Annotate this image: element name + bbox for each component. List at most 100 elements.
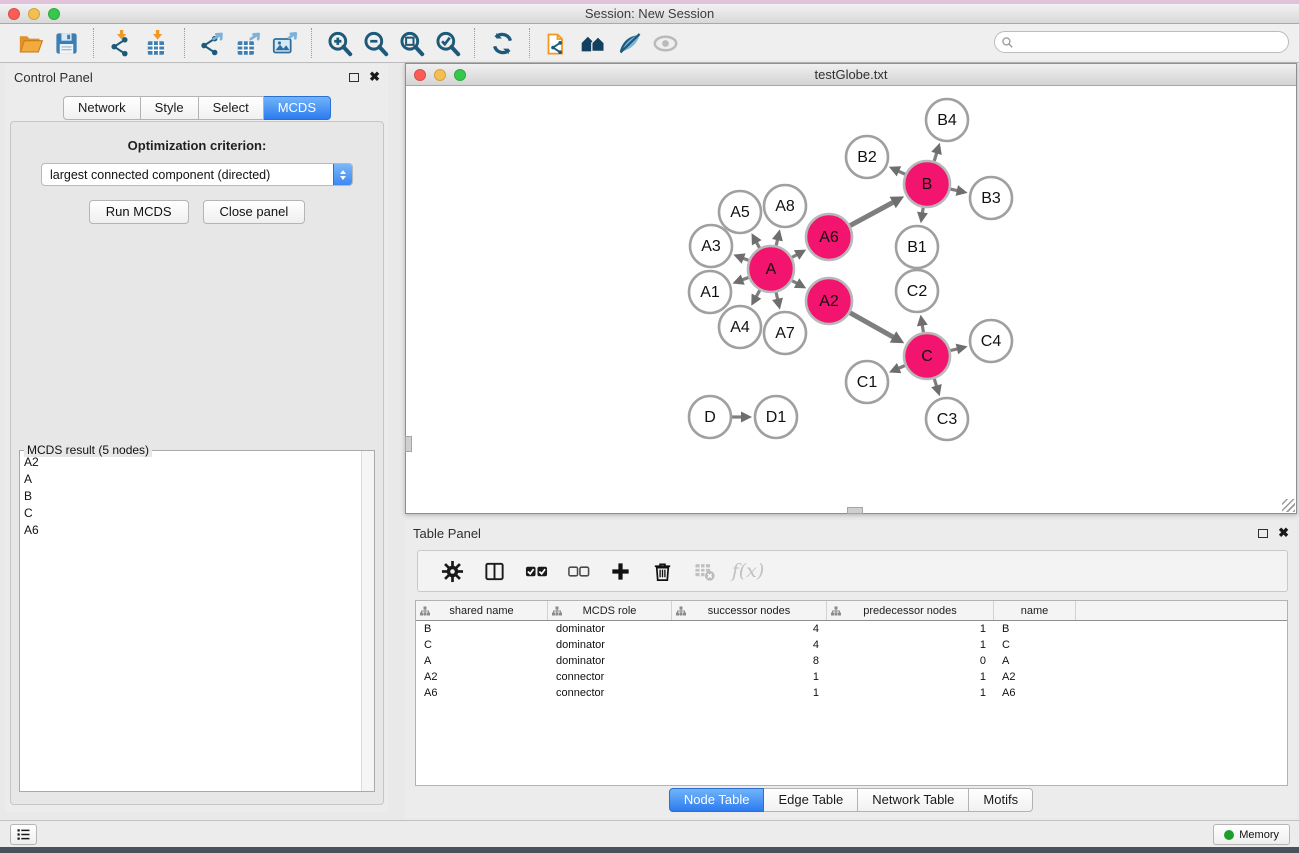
delete-table-button[interactable] <box>686 554 722 588</box>
export-image-button[interactable] <box>266 26 302 60</box>
graph-node-C2[interactable]: C2 <box>896 270 938 312</box>
column-header-predecessor-nodes[interactable]: predecessor nodes <box>827 601 994 620</box>
zoom-out-button[interactable] <box>357 26 393 60</box>
column-header-MCDS-role[interactable]: MCDS role <box>548 601 672 620</box>
table-cell[interactable]: 1 <box>827 687 994 699</box>
table-cell[interactable]: C <box>416 639 548 651</box>
graph-node-A8[interactable]: A8 <box>764 185 806 227</box>
graph-node-B4[interactable]: B4 <box>926 99 968 141</box>
export-network-button[interactable] <box>194 26 230 60</box>
table-cell[interactable]: A2 <box>416 671 548 683</box>
float-panel-icon[interactable] <box>349 73 359 82</box>
graph-node-A5[interactable]: A5 <box>719 191 761 233</box>
graph-node-B2[interactable]: B2 <box>846 136 888 178</box>
tab-select[interactable]: Select <box>199 96 264 120</box>
graph-node-D[interactable]: D <box>689 396 731 438</box>
search-box[interactable] <box>994 31 1289 53</box>
close-panel-icon[interactable]: ✖ <box>369 72 380 82</box>
import-network-button[interactable] <box>103 26 139 60</box>
column-header-name[interactable]: name <box>994 601 1076 620</box>
function-builder-button[interactable]: f(x) <box>728 554 764 588</box>
table-row[interactable]: Cdominator41C <box>416 637 1287 653</box>
table-cell[interactable]: A6 <box>994 687 1076 699</box>
edge-A6-B[interactable] <box>850 200 898 226</box>
import-table-button[interactable] <box>139 26 175 60</box>
tab-style[interactable]: Style <box>141 96 199 120</box>
table-cell[interactable]: A6 <box>416 687 548 699</box>
table-cell[interactable]: C <box>994 639 1076 651</box>
column-header-successor-nodes[interactable]: successor nodes <box>672 601 827 620</box>
graph-node-A3[interactable]: A3 <box>690 225 732 267</box>
table-cell[interactable]: 1 <box>672 671 827 683</box>
tab-motifs[interactable]: Motifs <box>969 788 1033 812</box>
graph-node-B3[interactable]: B3 <box>970 177 1012 219</box>
tab-network-table[interactable]: Network Table <box>858 788 969 812</box>
graph-node-C[interactable]: C <box>904 333 950 379</box>
memory-button[interactable]: Memory <box>1213 824 1290 845</box>
table-cell[interactable]: 1 <box>827 671 994 683</box>
table-cell[interactable]: 4 <box>672 639 827 651</box>
task-history-button[interactable] <box>10 824 37 845</box>
mcds-result-item[interactable]: A <box>20 470 361 487</box>
toggle-bird-view-button[interactable] <box>647 26 683 60</box>
criterion-select[interactable]: largest connected component (directed) <box>41 163 353 186</box>
table-cell[interactable]: 1 <box>672 687 827 699</box>
open-file-button[interactable] <box>12 26 48 60</box>
graph-node-A1[interactable]: A1 <box>689 271 731 313</box>
graph-node-A[interactable]: A <box>748 246 794 292</box>
table-row[interactable]: A6connector11A6 <box>416 685 1287 701</box>
tab-node-table[interactable]: Node Table <box>669 788 765 812</box>
bottom-panel-handle[interactable] <box>847 507 863 514</box>
graph-node-B1[interactable]: B1 <box>896 226 938 268</box>
table-cell[interactable]: 1 <box>827 623 994 635</box>
close-panel-button[interactable]: Close panel <box>203 200 306 224</box>
table-cell[interactable]: dominator <box>548 639 672 651</box>
table-cell[interactable]: 4 <box>672 623 827 635</box>
mcds-result-item[interactable]: C <box>20 504 361 521</box>
export-table-button[interactable] <box>230 26 266 60</box>
table-cell[interactable]: connector <box>548 671 672 683</box>
mcds-result-item[interactable]: B <box>20 487 361 504</box>
graph-node-A4[interactable]: A4 <box>719 306 761 348</box>
graph-node-C3[interactable]: C3 <box>926 398 968 440</box>
zoom-selected-button[interactable] <box>429 26 465 60</box>
left-panel-handle[interactable] <box>405 436 412 452</box>
table-settings-button[interactable] <box>434 554 470 588</box>
graph-node-B[interactable]: B <box>904 161 950 207</box>
table-cell[interactable]: A2 <box>994 671 1076 683</box>
apply-layout-button[interactable] <box>484 26 520 60</box>
table-cell[interactable]: 8 <box>672 655 827 667</box>
table-cell[interactable]: connector <box>548 687 672 699</box>
deselect-all-rows-button[interactable] <box>560 554 596 588</box>
window-resize-grip[interactable] <box>1282 499 1295 512</box>
graph-node-C4[interactable]: C4 <box>970 320 1012 362</box>
table-cell[interactable]: B <box>416 623 548 635</box>
table-row[interactable]: A2connector11A2 <box>416 669 1287 685</box>
tab-edge-table[interactable]: Edge Table <box>764 788 858 812</box>
table-cell[interactable]: A <box>416 655 548 667</box>
zoom-fit-button[interactable] <box>393 26 429 60</box>
table-cell[interactable]: A <box>994 655 1076 667</box>
search-input[interactable] <box>1014 33 1288 51</box>
graph-node-D1[interactable]: D1 <box>755 396 797 438</box>
graph-node-A6[interactable]: A6 <box>806 214 852 260</box>
graph-node-A7[interactable]: A7 <box>764 312 806 354</box>
table-row[interactable]: Adominator80A <box>416 653 1287 669</box>
graph-node-C1[interactable]: C1 <box>846 361 888 403</box>
graph-node-A2[interactable]: A2 <box>806 278 852 324</box>
edge-A2-C[interactable] <box>850 313 898 340</box>
show-columns-button[interactable] <box>476 554 512 588</box>
show-hide-graphics-details-button[interactable] <box>611 26 647 60</box>
zoom-in-button[interactable] <box>321 26 357 60</box>
table-cell[interactable]: 0 <box>827 655 994 667</box>
table-cell[interactable]: dominator <box>548 623 672 635</box>
select-all-rows-button[interactable] <box>518 554 554 588</box>
delete-columns-button[interactable] <box>644 554 680 588</box>
table-row[interactable]: Bdominator41B <box>416 621 1287 637</box>
float-table-panel-icon[interactable] <box>1258 529 1268 538</box>
tab-mcds[interactable]: MCDS <box>264 96 331 120</box>
table-cell[interactable]: 1 <box>827 639 994 651</box>
network-canvas[interactable]: B4 B2 B B3 A8A5 A6 A3 B1 A C2 A1 A2 A4A7 C4 C C1 D D1 C3 <box>406 86 1296 513</box>
tab-network[interactable]: Network <box>63 96 141 120</box>
run-mcds-button[interactable]: Run MCDS <box>89 200 189 224</box>
